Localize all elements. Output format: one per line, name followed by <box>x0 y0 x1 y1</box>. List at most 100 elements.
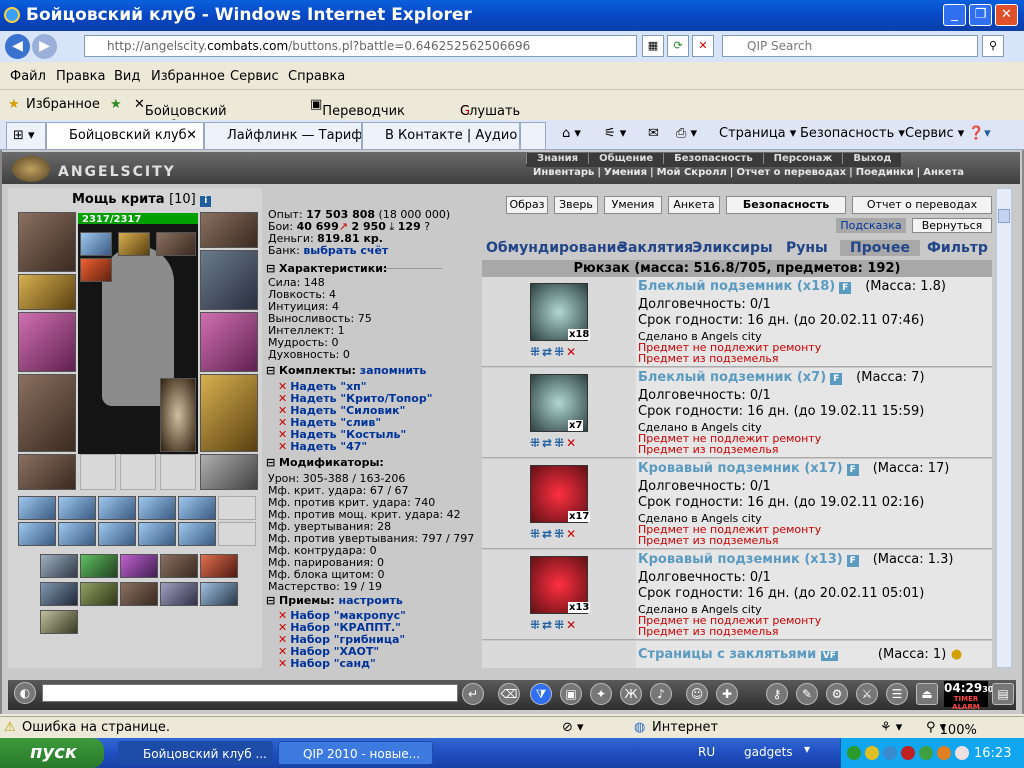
scroll-slot-1[interactable] <box>18 496 56 520</box>
characteristics-header[interactable]: ⊟ Характеристики: <box>266 262 478 276</box>
techniques-header[interactable]: ⊟ Приемы: настроить <box>266 594 478 608</box>
security-button[interactable]: Безопасность <box>726 196 846 214</box>
eraser-icon[interactable]: ⌫ <box>498 683 520 705</box>
scroll-slot-5[interactable] <box>178 496 216 520</box>
forward-arrow-icon[interactable]: ▶ <box>32 34 57 59</box>
minimize-button[interactable]: _ <box>943 4 966 26</box>
feeds-icon[interactable]: ⚟ ▾ <box>604 126 626 141</box>
top-link-skills[interactable]: Умения <box>601 167 650 178</box>
menu-file[interactable]: Файл <box>10 69 46 84</box>
gloves-slot[interactable] <box>200 250 258 310</box>
clear-icon[interactable]: ✚ <box>716 683 738 705</box>
pet-button[interactable]: Зверь <box>554 196 598 214</box>
kits-header[interactable]: ⊟ Комплекты: запомнить <box>266 364 478 378</box>
rune-slot-3[interactable] <box>120 554 158 578</box>
chat-input[interactable] <box>42 684 458 702</box>
mail-icon[interactable]: ✉ <box>648 126 659 141</box>
weapon-left-slot[interactable] <box>18 312 76 372</box>
tray-icon[interactable] <box>919 746 933 760</box>
tray-icon[interactable] <box>937 746 951 760</box>
fight-icon[interactable]: ✦ <box>590 683 612 705</box>
tab-runes[interactable]: Руны <box>786 240 828 256</box>
sound-icon[interactable]: ♪ <box>650 683 672 705</box>
scroll-slot-3[interactable] <box>98 496 136 520</box>
scroll-slot-7[interactable] <box>18 522 56 546</box>
inventory-scrollbar[interactable] <box>996 188 1012 668</box>
empty-slot-1[interactable] <box>80 454 116 490</box>
scroll-icon[interactable]: ✎ <box>796 683 818 705</box>
scroll-slot-4[interactable] <box>138 496 176 520</box>
address-input[interactable]: http://angelscity.combats.com/buttons.pl… <box>84 35 637 57</box>
menu-favorites[interactable]: Избранное <box>151 69 225 84</box>
tray-icon[interactable] <box>883 746 897 760</box>
language-indicator[interactable]: RU <box>698 745 715 759</box>
menu-view[interactable]: Вид <box>114 69 140 84</box>
empty-slot-3[interactable] <box>160 454 196 490</box>
rune-slot-1[interactable] <box>40 554 78 578</box>
zoom-control[interactable]: ⚲ 100% ▾ <box>926 720 977 738</box>
item-name[interactable]: Страницы с заклятьями VF (Масса: 1) ● <box>638 647 962 662</box>
scroll-slot-12[interactable] <box>218 522 256 546</box>
item-name[interactable]: Блеклый подземник (x7) F (Масса: 7) <box>638 370 925 385</box>
top-link-social[interactable]: Общение <box>588 153 663 164</box>
top-link-inventory[interactable]: Инвентарь <box>530 167 597 178</box>
rune-slot-2[interactable] <box>80 554 118 578</box>
scroll-slot-11[interactable] <box>178 522 216 546</box>
gadgets-toolbar[interactable]: gadgets <box>744 745 793 759</box>
rune-slot-7[interactable] <box>80 582 118 606</box>
search-input[interactable]: QIP Search <box>722 35 978 57</box>
item-actions[interactable]: ⁜⇄⁜✕ <box>530 527 578 541</box>
bracers-slot[interactable] <box>18 274 76 310</box>
maximize-button[interactable]: ❐ <box>969 4 992 26</box>
return-button[interactable]: Вернуться <box>912 218 992 233</box>
status-error[interactable]: Ошибка на странице. <box>22 720 170 735</box>
search-icon[interactable]: ⚲ <box>982 35 1004 57</box>
scroll-slot-10[interactable] <box>138 522 176 546</box>
top-link-scroll[interactable]: Мой Скролл <box>654 167 730 178</box>
smiles-icon[interactable]: ☺ <box>686 683 708 705</box>
task-qip[interactable]: QIP 2010 - новые... <box>278 741 433 765</box>
qip-tray-icon[interactable] <box>847 746 861 760</box>
stop-icon[interactable]: ✕ <box>692 35 714 57</box>
gadgets-menu-icon[interactable]: ▾ <box>804 742 810 756</box>
armor-slot[interactable] <box>18 374 76 452</box>
options-icon[interactable]: ☰ <box>886 683 908 705</box>
close-button[interactable]: ✕ <box>995 4 1018 26</box>
top-link-security[interactable]: Безопасность <box>663 153 763 164</box>
tray-icon[interactable] <box>865 746 879 760</box>
print-icon[interactable]: ⎙ ▾ <box>676 126 697 141</box>
top-link-battles[interactable]: Поединки <box>853 167 917 178</box>
battle-icon[interactable]: ⚔ <box>856 683 878 705</box>
tab-other[interactable]: Прочее <box>840 240 920 256</box>
warning-icon[interactable]: ⚠ <box>4 720 16 735</box>
tray-icon[interactable] <box>901 746 915 760</box>
calendar-icon[interactable]: ▤ <box>992 683 1014 705</box>
item-name[interactable]: Кровавый подземник (x13) F (Масса: 1.3) <box>638 552 953 567</box>
image-button[interactable]: Образ <box>506 196 548 214</box>
start-button[interactable]: пуск <box>0 738 104 768</box>
kits-remember-link[interactable]: запомнить <box>360 364 427 377</box>
boots-slot[interactable] <box>200 454 258 490</box>
menu-help[interactable]: Справка <box>288 69 345 84</box>
ring-slot-2[interactable] <box>118 232 150 256</box>
tab-filter[interactable]: Фильтр <box>927 240 988 256</box>
top-link-profile[interactable]: Анкета <box>920 167 967 178</box>
help-icon[interactable]: ❓▾ <box>968 126 991 141</box>
rune-slot-8[interactable] <box>120 582 158 606</box>
tab-vkontakte[interactable]: В Контакте | Аудио <box>362 122 520 149</box>
tab-fight-club[interactable]: Бойцовский клуб ✕ <box>46 122 204 149</box>
ring-slot-1[interactable] <box>80 232 112 256</box>
tab-equipment[interactable]: Обмундирование <box>486 240 626 256</box>
protected-mode-icon[interactable]: ⚘ ▾ <box>880 720 902 735</box>
top-link-character[interactable]: Персонаж <box>762 153 843 164</box>
fav-link-1[interactable]: ✕ Бойцовский клуб. Фор... <box>134 97 227 134</box>
scroll-slot-6[interactable] <box>218 496 256 520</box>
rune-slot-6[interactable] <box>40 582 78 606</box>
top-link-transfers[interactable]: Отчет о переводах <box>733 167 849 178</box>
kit-item[interactable]: ✕ Надеть "47" <box>278 440 367 453</box>
shield-slot[interactable] <box>160 378 196 452</box>
safety-menu[interactable]: Безопасность ▾ <box>800 126 905 141</box>
scroll-slot-2[interactable] <box>58 496 96 520</box>
item-name[interactable]: Кровавый подземник (x17) F (Масса: 17) <box>638 461 949 476</box>
rune-slot-10[interactable] <box>200 582 238 606</box>
